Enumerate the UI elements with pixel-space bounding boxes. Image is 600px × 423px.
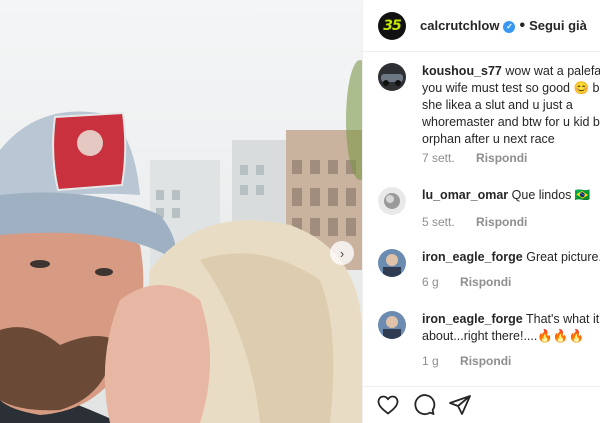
comment-meta: 5 sett. Rispondi [422, 215, 527, 229]
verified-badge-icon: ✓ [503, 20, 516, 33]
author-username[interactable]: calcrutchlow [420, 18, 499, 33]
comment-username[interactable]: lu_omar_omar [422, 188, 508, 202]
comment-text-block: iron_eagle_forge That's what it's about.… [422, 311, 600, 345]
comment-username[interactable]: iron_eagle_forge [422, 250, 523, 264]
commenter-avatar[interactable] [378, 187, 406, 215]
author-avatar[interactable]: 35 [378, 11, 406, 40]
comment-meta: 1 g Rispondi [422, 354, 511, 368]
comment-text-block: lu_omar_omar Que lindos 🇧🇷 [422, 187, 600, 204]
comment-meta: 7 sett. Rispondi [422, 151, 527, 165]
chevron-right-icon: › [339, 245, 345, 261]
following-button[interactable]: Segui già [529, 18, 587, 33]
comment-time: 5 sett. [422, 215, 455, 229]
post-actions-bar [363, 386, 600, 423]
comment-meta: 6 g Rispondi [422, 275, 511, 289]
comment-time: 6 g [422, 275, 439, 289]
comment-text-block: iron_eagle_forge Great picture.. [422, 249, 600, 266]
reply-button[interactable]: Rispondi [460, 354, 511, 368]
next-photo-button[interactable]: › [330, 241, 354, 265]
commenter-avatar[interactable] [378, 63, 406, 91]
comment-time: 7 sett. [422, 151, 455, 165]
selfie-image [0, 60, 362, 423]
comment-text-block: koushou_s77 wow wat a paleface you wife … [422, 63, 600, 148]
comment-username[interactable]: iron_eagle_forge [422, 312, 523, 326]
reply-button[interactable]: Rispondi [460, 275, 511, 289]
post-photo[interactable]: › [0, 0, 362, 423]
comment-text: Que lindos 🇧🇷 [511, 188, 591, 202]
comment-username[interactable]: koushou_s77 [422, 64, 502, 78]
comment-text: Great picture.. [526, 250, 600, 264]
post-side-panel: 35 calcrutchlow ✓ • Segui già koushou_s7… [362, 0, 600, 423]
comment-icon[interactable] [412, 393, 436, 417]
follow-separator: • [519, 16, 526, 34]
avatar-number: 35 [383, 17, 402, 34]
reply-button[interactable]: Rispondi [476, 215, 527, 229]
commenter-avatar[interactable] [378, 311, 406, 339]
commenter-avatar[interactable] [378, 249, 406, 277]
heart-icon[interactable] [376, 393, 400, 417]
post-header: 35 calcrutchlow ✓ • Segui già [363, 0, 600, 52]
reply-button[interactable]: Rispondi [476, 151, 527, 165]
comment-time: 1 g [422, 354, 439, 368]
share-icon[interactable] [448, 393, 472, 417]
